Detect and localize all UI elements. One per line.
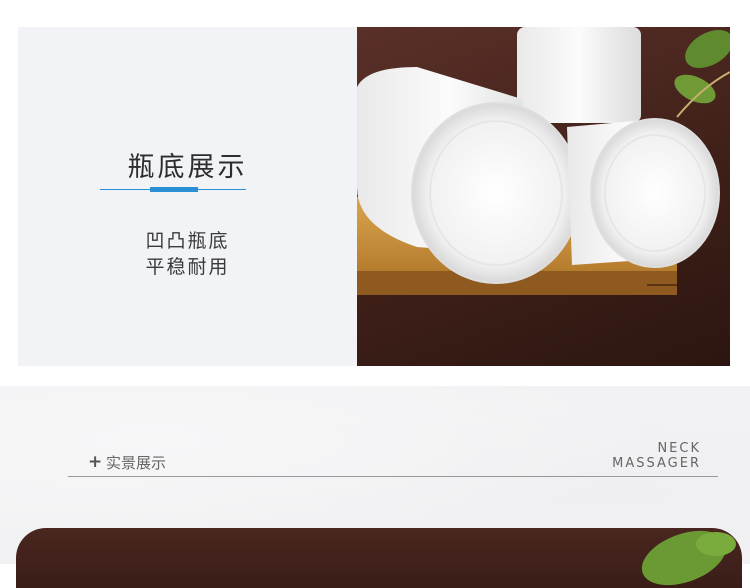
standing-bottle bbox=[517, 27, 641, 123]
feature-desc-line-1: 凹凸瓶底 bbox=[145, 230, 230, 252]
leaf-decoration-bottom bbox=[641, 530, 736, 586]
section-divider bbox=[68, 476, 718, 477]
bottle-bottom-photo bbox=[357, 27, 730, 366]
feature-desc-line-2: 平稳耐用 bbox=[145, 256, 230, 278]
scene-photo bbox=[16, 528, 742, 588]
brand-text-line-2: MASSAGER bbox=[612, 456, 701, 471]
plus-icon: + bbox=[88, 452, 103, 472]
leaf-decoration bbox=[674, 30, 730, 118]
title-underline-accent bbox=[150, 187, 198, 192]
small-bottle bbox=[567, 118, 720, 268]
brand-text-line-1: NECK bbox=[657, 441, 701, 456]
feature-title: 瓶底展示 bbox=[127, 152, 248, 183]
section-label: 实景展示 bbox=[106, 454, 167, 472]
feature-info-panel: 瓶底展示 凹凸瓶底 平稳耐用 bbox=[18, 27, 357, 366]
